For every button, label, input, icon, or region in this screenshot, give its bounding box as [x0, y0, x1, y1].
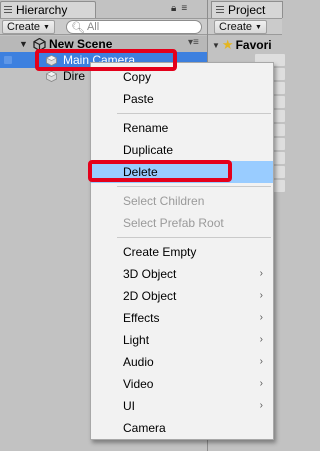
fold-down-icon[interactable]: ▼: [19, 39, 28, 49]
menu-item-audio[interactable]: Audio ›: [91, 351, 273, 373]
context-menu: Copy Paste Rename Duplicate Delete Selec…: [90, 62, 274, 440]
annotation-delete: [88, 160, 232, 182]
hierarchy-tab-tools: 🔒︎ ≡: [171, 3, 187, 14]
menu-separator: [117, 186, 271, 187]
favorites-star-icon: ★: [221, 37, 234, 52]
menu-item-label: Light: [123, 333, 150, 347]
search-placeholder: All: [86, 21, 100, 33]
menu-item-camera[interactable]: Camera: [91, 417, 273, 439]
menu-item-3d-object[interactable]: 3D Object ›: [91, 263, 273, 285]
favorites-label: Favori: [235, 38, 272, 52]
tab-menu-icon[interactable]: ≡: [181, 3, 187, 14]
search-icon: 🔍︎: [71, 21, 85, 34]
chevron-down-icon: ▼: [43, 23, 50, 31]
menu-item-label: 2D Object: [123, 289, 177, 303]
chevron-right-icon: ›: [259, 312, 263, 323]
project-tab[interactable]: Project: [211, 1, 283, 18]
chevron-right-icon: ›: [259, 268, 263, 279]
menu-separator: [117, 113, 271, 114]
project-create-button[interactable]: Create ▼: [214, 20, 267, 34]
menu-item-label: UI: [123, 399, 135, 413]
menu-item-paste[interactable]: Paste: [91, 88, 273, 110]
chevron-right-icon: ›: [259, 334, 263, 345]
project-toolbar: Create ▼: [208, 18, 282, 35]
menu-item-label: Audio: [123, 355, 154, 369]
chevron-right-icon: ›: [259, 290, 263, 301]
chevron-right-icon: ›: [259, 378, 263, 389]
menu-item-ui[interactable]: UI ›: [91, 395, 273, 417]
chevron-down-icon: ▼: [255, 23, 262, 31]
chevron-right-icon: ›: [259, 356, 263, 367]
fold-down-icon[interactable]: ▼: [212, 41, 220, 50]
menu-item-label: Video: [123, 377, 154, 391]
hierarchy-toolbar: Create ▼ 🔍︎ All: [0, 18, 207, 35]
gameobject-cube-icon: [46, 71, 57, 82]
hierarchy-tab[interactable]: Hierarchy: [0, 1, 96, 18]
menu-item-2d-object[interactable]: 2D Object ›: [91, 285, 273, 307]
menu-item-light[interactable]: Light ›: [91, 329, 273, 351]
menu-item-rename[interactable]: Rename: [91, 117, 273, 139]
tab-list-icon: [4, 5, 12, 15]
menu-item-select-children: Select Children: [123, 194, 205, 208]
menu-separator: [117, 237, 271, 238]
hierarchy-search-input[interactable]: 🔍︎ All: [66, 20, 202, 34]
project-tab-label: Project: [228, 3, 266, 17]
menu-item-label: 3D Object: [123, 267, 177, 281]
menu-item-label: Effects: [123, 311, 160, 325]
scene-menu-icon[interactable]: ▾≡: [188, 37, 199, 48]
hierarchy-create-label: Create: [7, 21, 41, 33]
menu-item-duplicate[interactable]: Duplicate: [91, 139, 273, 161]
menu-item-video[interactable]: Video ›: [91, 373, 273, 395]
annotation-main-camera: [35, 49, 177, 71]
menu-item-select-prefab-root: Select Prefab Root: [123, 216, 224, 230]
chevron-right-icon: ›: [259, 400, 263, 411]
hierarchy-item-label: Dire: [63, 69, 86, 83]
selection-marker: [4, 56, 12, 64]
hierarchy-create-button[interactable]: Create ▼: [2, 20, 55, 34]
project-create-label: Create: [219, 21, 253, 33]
tab-list-icon: [216, 5, 224, 15]
menu-item-effects[interactable]: Effects ›: [91, 307, 273, 329]
favorites-row[interactable]: ▼ ★ Favori: [212, 37, 272, 53]
menu-item-create-empty[interactable]: Create Empty: [91, 241, 273, 263]
lock-icon[interactable]: 🔒︎: [171, 3, 176, 14]
hierarchy-tab-label: Hierarchy: [16, 3, 68, 17]
